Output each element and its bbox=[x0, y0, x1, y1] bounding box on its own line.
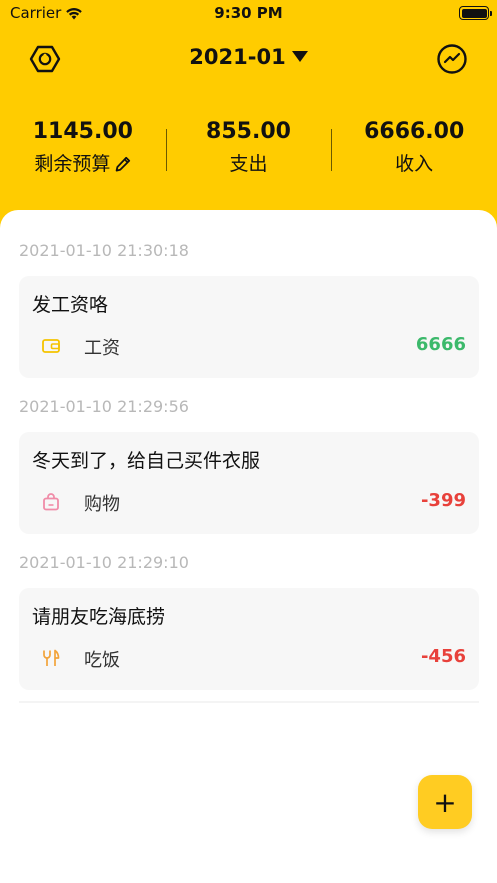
record-note: 发工资咯 bbox=[32, 294, 109, 316]
chart-button[interactable] bbox=[435, 42, 469, 76]
income-summary: 6666.00 收入 bbox=[331, 115, 497, 185]
list-end-divider bbox=[19, 701, 479, 703]
month-label: 2021-01 bbox=[189, 45, 286, 69]
record-time: 2021-01-10 21:29:10 bbox=[19, 553, 189, 572]
shopping-bag-icon bbox=[43, 493, 59, 511]
record-category: 吃饭 bbox=[84, 650, 120, 671]
record-time: 2021-01-10 21:30:18 bbox=[19, 241, 189, 260]
remaining-budget-label: 剩余预算 bbox=[34, 153, 111, 175]
record-note: 冬天到了，给自己买件衣服 bbox=[32, 450, 261, 472]
dropdown-triangle-icon bbox=[291, 50, 308, 62]
income-label: 收入 bbox=[395, 153, 434, 175]
expense-amount: 855.00 bbox=[206, 119, 291, 144]
record-time: 2021-01-10 21:29:56 bbox=[19, 397, 189, 416]
month-selector[interactable]: 2021-01 bbox=[0, 45, 497, 69]
header-panel: Carrier 9:30 PM 2021-01 1145.00 剩余预算 855… bbox=[0, 0, 497, 235]
remaining-budget[interactable]: 1145.00 剩余预算 bbox=[0, 115, 166, 185]
nav-bar: 2021-01 bbox=[0, 38, 497, 78]
status-bar: Carrier 9:30 PM bbox=[0, 0, 497, 28]
record-card[interactable]: 冬天到了，给自己买件衣服 购物 -399 bbox=[19, 432, 479, 534]
status-time: 9:30 PM bbox=[214, 4, 283, 22]
record-card[interactable]: 请朋友吃海底捞 吃饭 -456 bbox=[19, 588, 479, 690]
record-category: 购物 bbox=[84, 494, 120, 515]
record-category: 工资 bbox=[84, 338, 120, 359]
pencil-icon[interactable] bbox=[115, 156, 131, 172]
chart-circle-icon bbox=[437, 44, 467, 74]
wallet-icon bbox=[42, 339, 60, 353]
battery-icon bbox=[459, 6, 492, 20]
utensils-icon bbox=[43, 649, 60, 666]
remaining-budget-label-row: 剩余预算 bbox=[0, 149, 166, 179]
record-card[interactable]: 发工资咯 工资 6666 bbox=[19, 276, 479, 378]
expense-label: 支出 bbox=[229, 153, 268, 175]
expense-summary: 855.00 支出 bbox=[165, 115, 332, 185]
income-amount: 6666.00 bbox=[364, 119, 465, 144]
summary-bar: 1145.00 剩余预算 855.00 支出 6666.00 收入 bbox=[0, 115, 497, 185]
add-record-button[interactable]: + bbox=[418, 775, 472, 829]
record-amount: -399 bbox=[420, 490, 466, 511]
record-amount: -456 bbox=[420, 646, 466, 667]
remaining-budget-amount: 1145.00 bbox=[32, 119, 133, 144]
record-note: 请朋友吃海底捞 bbox=[32, 606, 166, 628]
record-amount: 6666 bbox=[415, 334, 466, 355]
